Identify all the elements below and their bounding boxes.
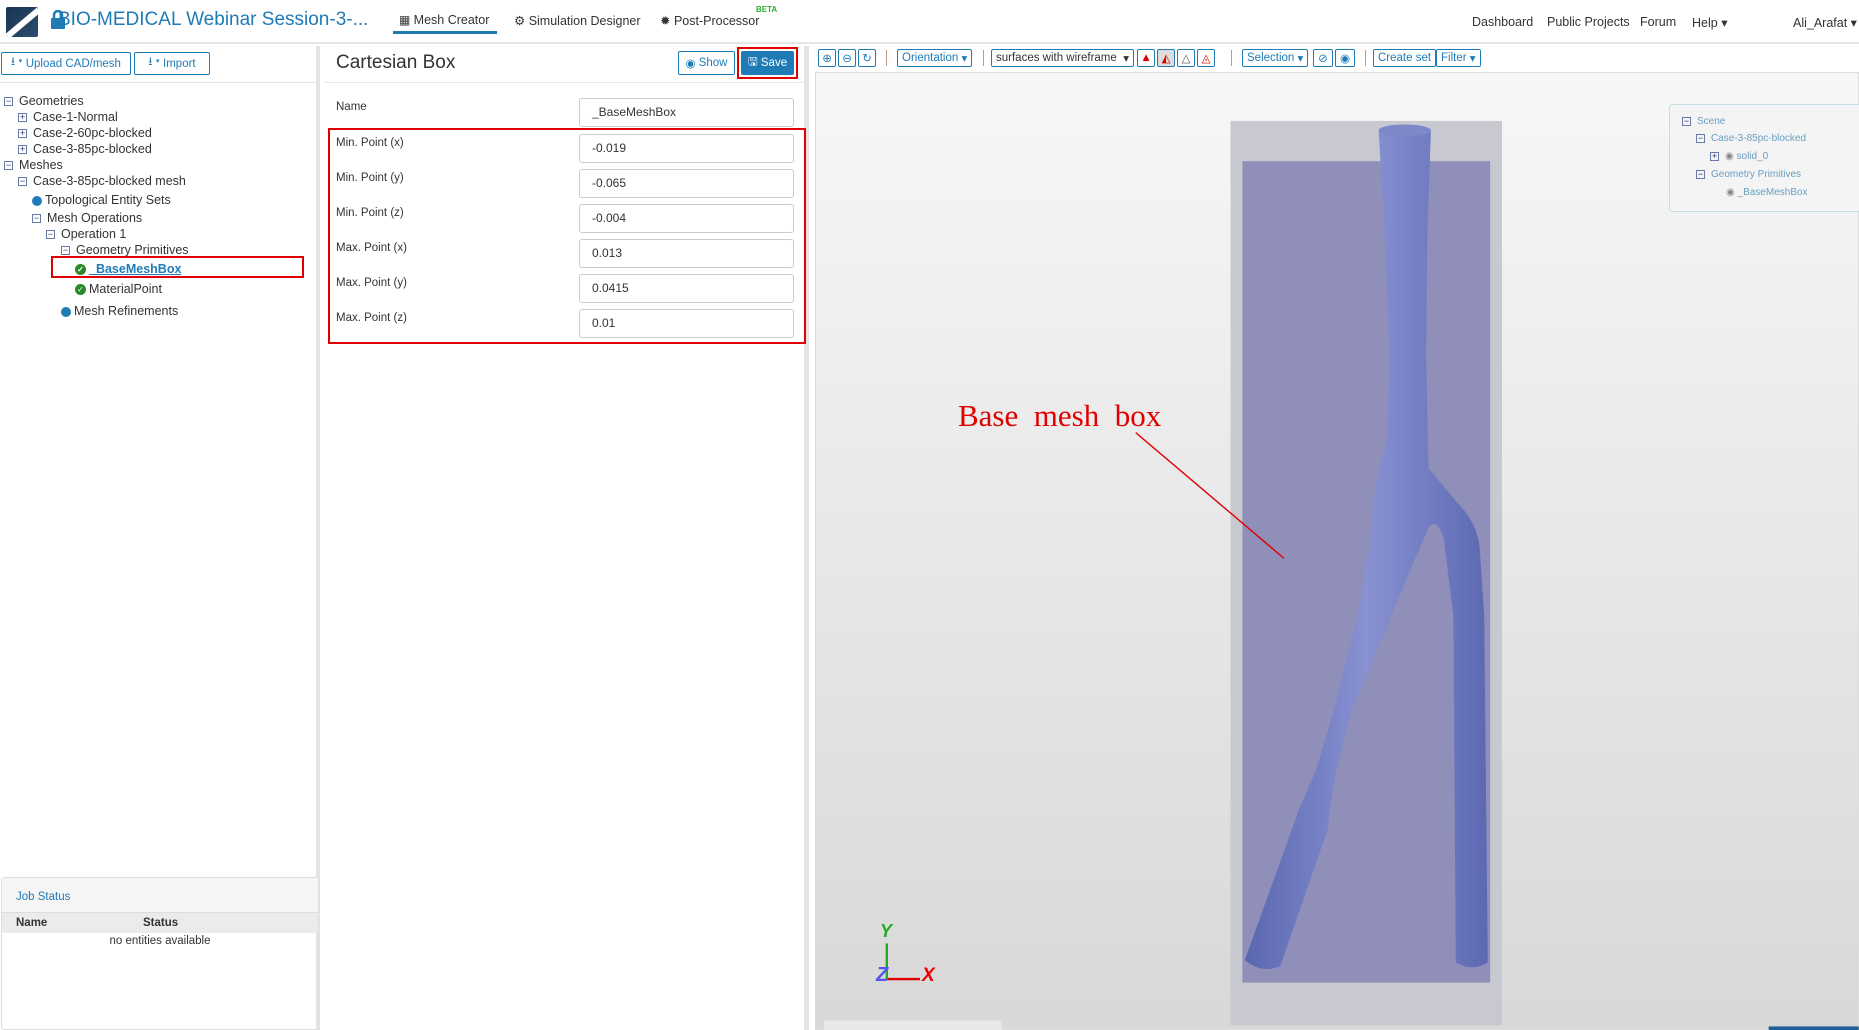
axis-y-label: Y (880, 921, 893, 941)
progress-bar (1768, 1026, 1859, 1030)
scene-tree-panel: − Scene − Case-3-85pc-blocked + ◉ solid_0 −… (1669, 104, 1859, 212)
scene-case[interactable]: − Case-3-85pc-blocked (1696, 133, 1806, 144)
horizontal-scrollbar[interactable] (824, 1020, 1002, 1030)
scene-root[interactable]: − Scene (1682, 116, 1725, 127)
axis-z-label: Z (876, 964, 889, 986)
annotation-label: Base mesh box (958, 398, 1162, 433)
scene-geometry-primitives[interactable]: − Geometry Primitives (1696, 169, 1801, 180)
scene-solid[interactable]: + ◉ solid_0 (1710, 151, 1768, 162)
axis-x-label: X (922, 965, 935, 986)
eye-icon: ◉ (1726, 187, 1738, 198)
scene-render (824, 120, 1859, 1030)
eye-icon: ◉ (1725, 151, 1737, 162)
scene-base-mesh-box[interactable]: ◉ _BaseMeshBox (1726, 187, 1808, 198)
